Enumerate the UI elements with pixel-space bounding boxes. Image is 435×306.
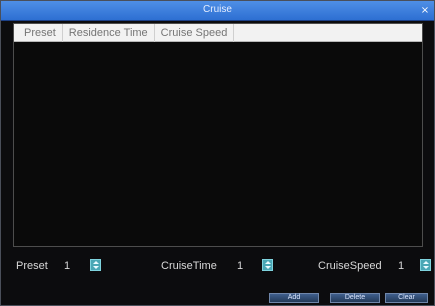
preset-label: Preset — [16, 260, 48, 272]
spin-up-icon — [93, 261, 99, 264]
window-title: Cruise — [203, 4, 232, 15]
spin-down-icon — [93, 266, 99, 269]
header-preset[interactable]: Preset — [14, 23, 63, 42]
cruise-time-label: CruiseTime — [161, 260, 217, 272]
controls-row: Preset 1 CruiseTime 1 CruiseSpeed 1 — [1, 258, 434, 274]
cruise-speed-value[interactable]: 1 — [398, 260, 404, 272]
close-icon[interactable]: × — [420, 6, 430, 16]
spin-down-icon — [265, 266, 271, 269]
add-button[interactable]: Add — [269, 293, 319, 303]
table-body[interactable] — [14, 42, 422, 246]
titlebar: Cruise × — [1, 1, 434, 21]
preset-value[interactable]: 1 — [64, 260, 70, 272]
header-cruise-speed[interactable]: Cruise Speed — [155, 23, 235, 42]
cruise-time-spin-icon[interactable] — [262, 259, 273, 271]
cruise-speed-spin-icon[interactable] — [420, 259, 431, 271]
button-row: Add Delete Clear — [1, 293, 434, 303]
spin-up-icon — [265, 261, 271, 264]
spin-down-icon — [423, 266, 429, 269]
header-residence-time[interactable]: Residence Time — [63, 23, 155, 42]
cruise-window: Cruise × Preset Residence Time Cruise Sp… — [0, 0, 435, 306]
spin-up-icon — [423, 261, 429, 264]
cruise-speed-label: CruiseSpeed — [318, 260, 382, 272]
cruise-table: Preset Residence Time Cruise Speed — [13, 23, 423, 247]
clear-button[interactable]: Clear — [385, 293, 428, 303]
table-header: Preset Residence Time Cruise Speed — [14, 23, 422, 42]
preset-spin-icon[interactable] — [90, 259, 101, 271]
delete-button[interactable]: Delete — [330, 293, 380, 303]
cruise-time-value[interactable]: 1 — [237, 260, 243, 272]
